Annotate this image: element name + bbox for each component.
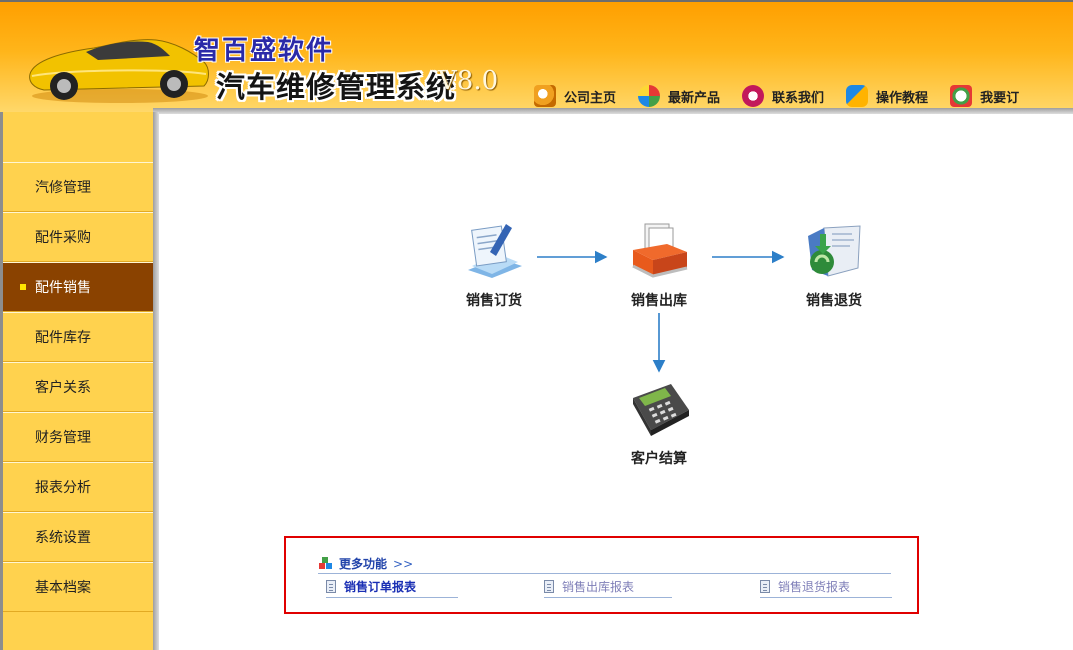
- home-icon[interactable]: [534, 85, 556, 107]
- sidebar-item-basic-records[interactable]: 基本档案: [3, 562, 153, 612]
- company-name: 智百盛软件: [194, 36, 335, 66]
- sidebar-item-label: 汽修管理: [35, 180, 91, 196]
- blocks-icon: [319, 556, 332, 569]
- contact-icon[interactable]: [742, 85, 765, 107]
- product-version: V8.0: [438, 66, 499, 96]
- new-products-icon[interactable]: [638, 85, 661, 107]
- topnav-link-new-products[interactable]: 最新产品: [668, 87, 720, 106]
- top-navigation: 公司主页 最新产品 联系我们 操作教程 我要订: [534, 84, 1041, 108]
- sidebar-item-finance-management[interactable]: 财务管理: [3, 412, 153, 462]
- sidebar-item-parts-purchase[interactable]: 配件采购: [3, 212, 153, 262]
- report-link-label: 销售出库报表: [562, 580, 635, 594]
- topnav-link-order[interactable]: 我要订: [980, 87, 1019, 106]
- chevron-right-icon: >>: [393, 556, 414, 571]
- report-link-sales-order[interactable]: 销售订单报表: [326, 578, 458, 598]
- tutorial-icon[interactable]: [846, 85, 869, 107]
- content-frame-left-edge: [153, 112, 159, 650]
- flow-node-sales-order[interactable]: 销售订货: [439, 222, 549, 310]
- sidebar-item-repair-management[interactable]: 汽修管理: [3, 162, 153, 212]
- flow-node-sales-outbound[interactable]: 销售出库: [604, 222, 714, 310]
- sidebar-item-parts-inventory[interactable]: 配件库存: [3, 312, 153, 362]
- active-indicator-icon: [20, 284, 26, 290]
- sports-car-logo: [29, 39, 209, 103]
- sidebar-item-parts-sales[interactable]: 配件销售: [3, 262, 153, 312]
- payment-terminal-icon: [633, 384, 689, 436]
- divider: [318, 573, 891, 574]
- sidebar-item-label: 配件库存: [35, 330, 91, 346]
- product-name: 汽车维修管理系统: [216, 70, 457, 104]
- sidebar-item-customer-relations[interactable]: 客户关系: [3, 362, 153, 412]
- flow-node-sales-return[interactable]: 销售退货: [779, 222, 889, 310]
- flow-label-sales-outbound: 销售出库: [631, 293, 687, 309]
- sidebar: 汽修管理 配件采购 配件销售 配件库存 客户关系 财务管理 报表分析 系统设置 …: [0, 112, 153, 650]
- topnav-link-tutorial[interactable]: 操作教程: [876, 87, 928, 106]
- app-header: 智百盛软件 汽车维修管理系统 V8.0 公司主页 最新产品 联系我们 操作教程 …: [0, 0, 1073, 112]
- more-functions-title: 更多功能: [339, 557, 388, 571]
- order-icon[interactable]: [950, 85, 973, 107]
- flow-node-customer-settlement[interactable]: 客户结算: [604, 376, 714, 468]
- sidebar-item-report-analysis[interactable]: 报表分析: [3, 462, 153, 512]
- document-icon: [544, 580, 554, 593]
- topnav-link-home[interactable]: 公司主页: [564, 87, 616, 106]
- report-link-sales-outbound[interactable]: 销售出库报表: [544, 578, 672, 598]
- sales-order-icon: [468, 224, 522, 278]
- sidebar-item-system-settings[interactable]: 系统设置: [3, 512, 153, 562]
- sidebar-item-label: 财务管理: [35, 430, 91, 446]
- report-link-label: 销售订单报表: [344, 580, 417, 594]
- sidebar-item-label: 系统设置: [35, 530, 91, 546]
- sidebar-item-label: 基本档案: [35, 580, 91, 596]
- sidebar-item-label: 配件销售: [35, 280, 91, 296]
- sidebar-item-label: 客户关系: [35, 380, 91, 396]
- more-functions-header[interactable]: 更多功能 >>: [318, 555, 413, 572]
- content-frame-top-edge: [153, 108, 1073, 114]
- sidebar-item-label: 报表分析: [35, 480, 91, 496]
- topnav-link-contact[interactable]: 联系我们: [772, 87, 824, 106]
- sales-return-icon: [808, 225, 861, 277]
- sales-outbound-icon: [632, 223, 688, 278]
- document-icon: [760, 580, 770, 593]
- document-icon: [326, 580, 336, 593]
- flow-label-sales-return: 销售退货: [806, 293, 862, 309]
- report-link-sales-return[interactable]: 销售退货报表: [760, 578, 892, 598]
- flow-label-customer-settlement: 客户结算: [631, 451, 687, 467]
- sidebar-item-label: 配件采购: [35, 230, 91, 246]
- report-link-label: 销售退货报表: [778, 580, 851, 594]
- flow-label-sales-order: 销售订货: [466, 293, 522, 309]
- more-functions-panel: 更多功能 >> 销售订单报表 销售出库报表 销售退货报表: [284, 536, 919, 614]
